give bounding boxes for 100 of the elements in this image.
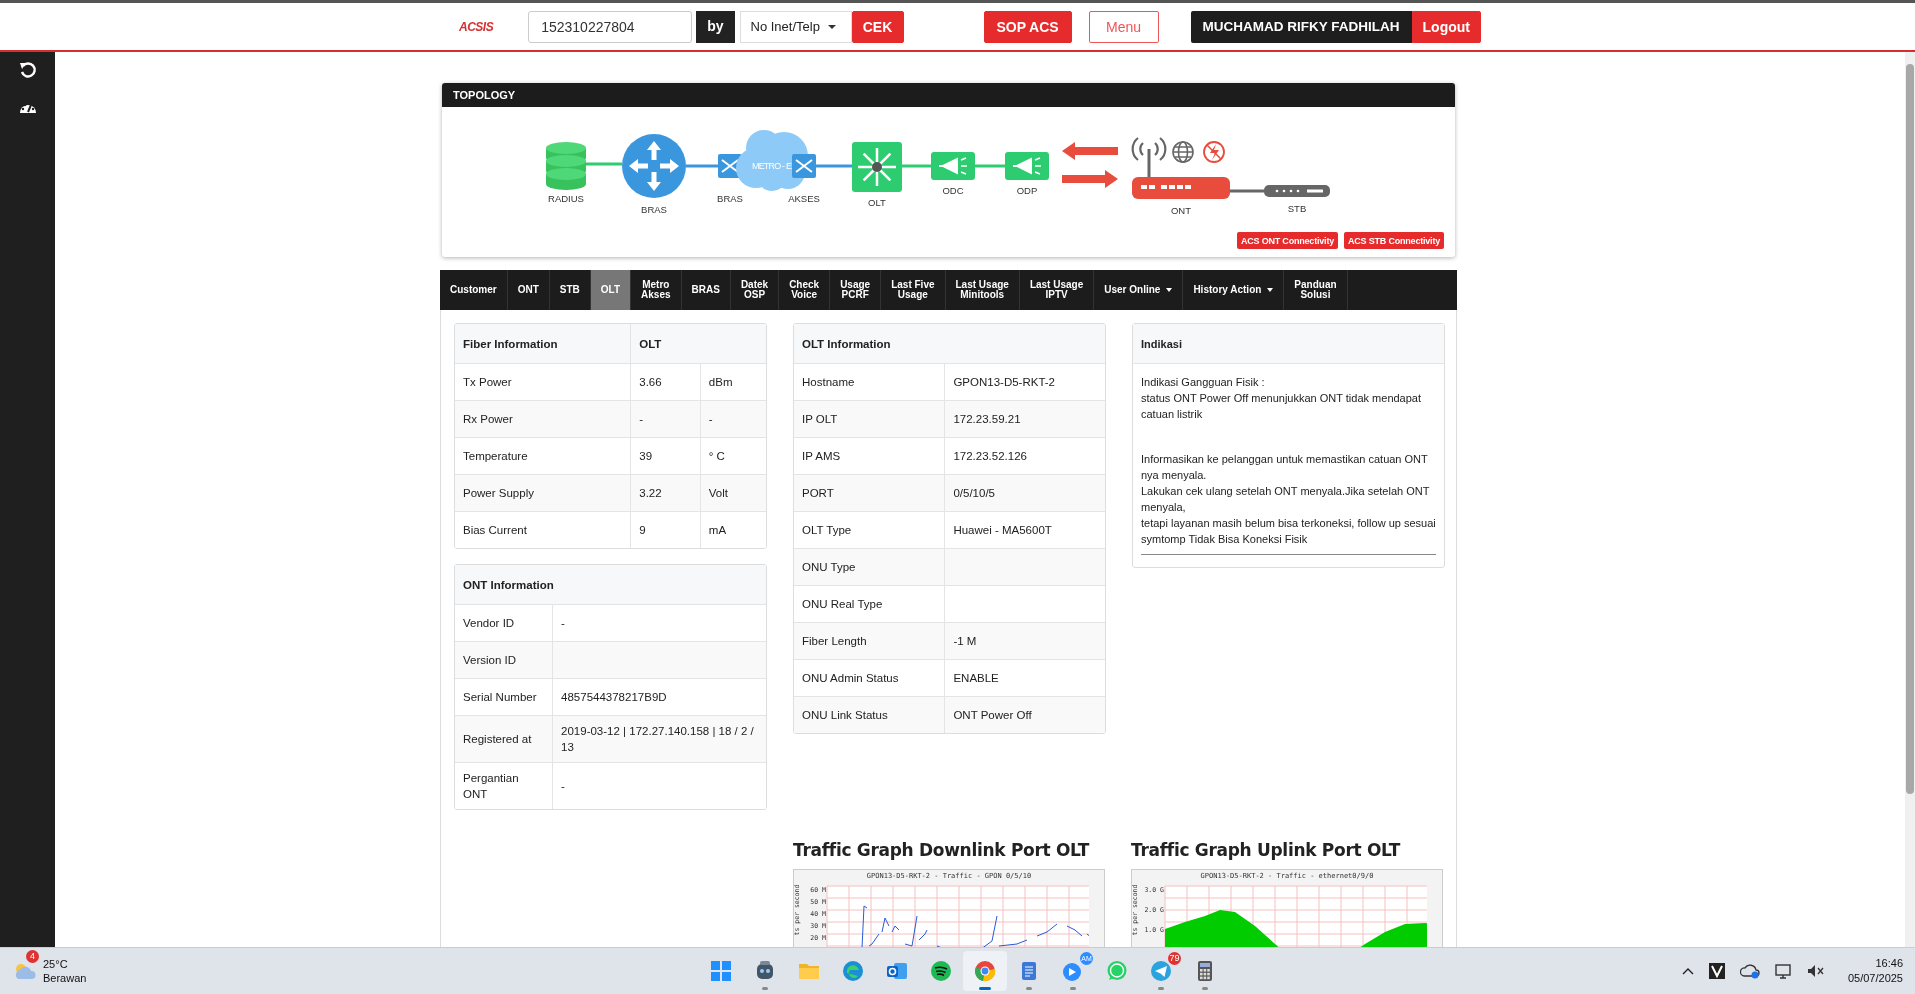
start-icon bbox=[709, 959, 733, 983]
row-label: ONU Type bbox=[794, 548, 945, 586]
indikasi-text: Informasikan ke pelanggan untuk memastikan catuan ONT nya menyala. bbox=[1141, 452, 1429, 483]
clock-date[interactable]: 05/07/2025 bbox=[1847, 971, 1903, 986]
cell-value: -1 M bbox=[944, 622, 1105, 660]
row-label: Serial Number bbox=[455, 678, 553, 716]
indikasi-text: status ONT Power Off menunjukkan ONT tidak mendapat catuan listrik bbox=[1141, 391, 1423, 422]
chevron-up-icon[interactable] bbox=[1681, 967, 1694, 975]
cell-value: - bbox=[552, 762, 766, 809]
row-label: Power Supply bbox=[455, 474, 631, 512]
row-label: Hostname bbox=[794, 363, 945, 401]
row-label: IP AMS bbox=[794, 437, 945, 475]
connector-line bbox=[686, 164, 718, 168]
row-label: ONU Real Type bbox=[794, 585, 945, 623]
exchange-arrows-icon bbox=[1062, 142, 1118, 188]
app-tray-icon[interactable] bbox=[1707, 962, 1726, 980]
user-name: MUCHAMAD RIFKY FADHILAH bbox=[1190, 10, 1412, 43]
tab[interactable]: Panduan Solusi bbox=[1284, 270, 1348, 310]
tab[interactable]: BRAS bbox=[681, 270, 731, 310]
row-label: ONU Link Status bbox=[794, 696, 945, 733]
logo: ACSIS bbox=[459, 19, 494, 34]
graph-title: Traffic Graph Downlink Port OLT bbox=[793, 840, 1091, 860]
modem-icon bbox=[1132, 177, 1230, 199]
power-off-icon bbox=[1203, 141, 1225, 163]
tab[interactable]: Datek OSP bbox=[730, 270, 780, 310]
by-label: by bbox=[696, 10, 735, 43]
node-label: RADIUS bbox=[548, 192, 584, 204]
indikasi-text: tetapi layanan masih belum bisa terkoneksi, follow up sesuai symtomp Tidak Bisa Koneksi Fisik bbox=[1141, 516, 1436, 547]
node-label: ODP bbox=[1016, 184, 1038, 196]
node-label: STB bbox=[1287, 202, 1307, 214]
tab[interactable]: Last Five Usage bbox=[881, 270, 946, 310]
connectivity-button[interactable]: ACS ONT Connectivity bbox=[1236, 232, 1338, 249]
row-label: ONU Admin Status bbox=[794, 659, 945, 697]
row-label: Tx Power bbox=[455, 363, 631, 401]
taskbar-app[interactable] bbox=[963, 951, 1007, 991]
cloud-sync-icon[interactable] bbox=[1739, 963, 1760, 979]
node-label: ONT bbox=[1170, 204, 1192, 216]
node-label: OLT bbox=[868, 196, 886, 208]
node-label: BRAS bbox=[641, 203, 667, 215]
tab[interactable]: User Online bbox=[1094, 270, 1184, 310]
tab[interactable]: History Action bbox=[1183, 270, 1285, 310]
cell-value: - bbox=[700, 400, 766, 438]
cell-value: Huawei - MA5600T bbox=[944, 511, 1105, 549]
cell-value: - bbox=[630, 400, 701, 438]
tab[interactable]: Last Usage IPTV bbox=[1019, 270, 1095, 310]
sop-acs-button[interactable]: SOP ACS bbox=[983, 10, 1072, 43]
cell-value: 0/5/10/5 bbox=[944, 474, 1105, 512]
logout-button[interactable]: Logout bbox=[1411, 10, 1481, 43]
cell-value: 3.66 bbox=[630, 363, 701, 401]
row-label: OLT Type bbox=[794, 511, 945, 549]
notification-badge: 79 bbox=[1168, 952, 1181, 965]
cell-value: Volt bbox=[700, 474, 766, 512]
cell-value: 172.23.59.21 bbox=[944, 400, 1105, 438]
tab[interactable]: ONT bbox=[507, 270, 550, 310]
table-title: OLT Information bbox=[794, 324, 1105, 364]
splitter-icon bbox=[1005, 152, 1049, 180]
cell-value: ONT Power Off bbox=[944, 696, 1105, 733]
connectivity-button[interactable]: ACS STB Connectivity bbox=[1344, 232, 1444, 249]
row-label: Registered at bbox=[455, 715, 553, 763]
database-icon bbox=[546, 142, 586, 190]
cell-value: 172.23.52.126 bbox=[944, 437, 1105, 475]
clock-time[interactable]: 16:46 bbox=[1875, 956, 1903, 971]
check-button[interactable]: CEK bbox=[851, 10, 904, 43]
scrollbar[interactable] bbox=[1906, 64, 1914, 794]
taskbar-app[interactable]: 79 bbox=[1139, 951, 1183, 991]
column-header: Fiber Information bbox=[455, 324, 631, 364]
row-label: IP OLT bbox=[794, 400, 945, 438]
tab[interactable]: STB bbox=[549, 270, 591, 310]
switch-icon bbox=[792, 154, 816, 178]
volume-muted-icon[interactable] bbox=[1805, 963, 1824, 979]
tab[interactable]: Last Usage Minitools bbox=[945, 270, 1020, 310]
tab[interactable]: Usage PCRF bbox=[830, 270, 882, 310]
undo-icon[interactable] bbox=[18, 61, 37, 79]
row-label: Rx Power bbox=[455, 400, 631, 438]
search-type-dropdown[interactable]: No Inet/Telp bbox=[739, 10, 852, 43]
search-field[interactable]: 152310227804 bbox=[528, 10, 693, 43]
caret-icon bbox=[827, 24, 836, 29]
browser-icon bbox=[973, 959, 997, 983]
tab[interactable]: Metro Akses bbox=[631, 270, 682, 310]
node-label: AKSES bbox=[788, 192, 820, 204]
cell-value: 4857544378217B9D bbox=[552, 678, 766, 716]
chat-app-icon bbox=[1105, 959, 1129, 983]
connector-line bbox=[586, 162, 622, 166]
weather-condition: Berawan bbox=[43, 971, 87, 985]
network-icon[interactable] bbox=[1773, 963, 1792, 979]
tab[interactable]: Customer bbox=[440, 270, 508, 310]
tab[interactable]: Check Voice bbox=[779, 270, 831, 310]
cell-value: GPON13-D5-RKT-2 bbox=[944, 363, 1105, 401]
tab[interactable]: OLT bbox=[590, 270, 632, 310]
connector-line bbox=[975, 164, 1005, 168]
connector-line bbox=[816, 164, 852, 168]
row-label: Vendor ID bbox=[455, 604, 553, 642]
router-icon bbox=[622, 134, 686, 198]
cell-value: 9 bbox=[630, 511, 701, 548]
row-label: Fiber Length bbox=[794, 622, 945, 660]
temperature: 25°C bbox=[43, 957, 69, 971]
indikasi-text: Indikasi Gangguan Fisik : bbox=[1141, 375, 1266, 390]
table-title: ONT Information bbox=[455, 565, 766, 605]
menu-button[interactable]: Menu bbox=[1088, 10, 1159, 43]
card-title: Indikasi bbox=[1141, 337, 1182, 350]
